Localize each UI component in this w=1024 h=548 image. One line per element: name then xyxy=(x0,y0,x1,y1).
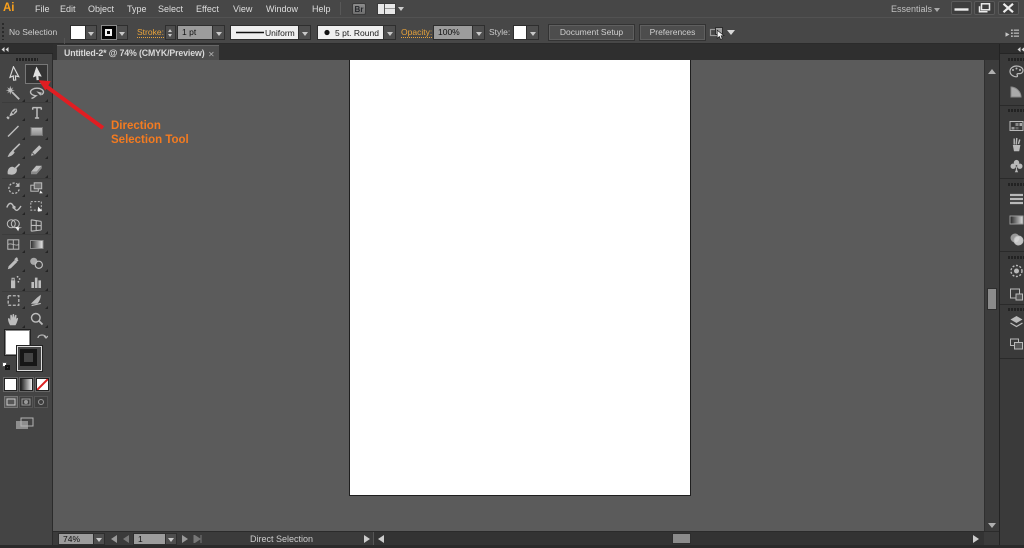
svg-text:Uniform: Uniform xyxy=(265,28,295,38)
svg-text:5 pt. Round: 5 pt. Round xyxy=(335,28,379,38)
